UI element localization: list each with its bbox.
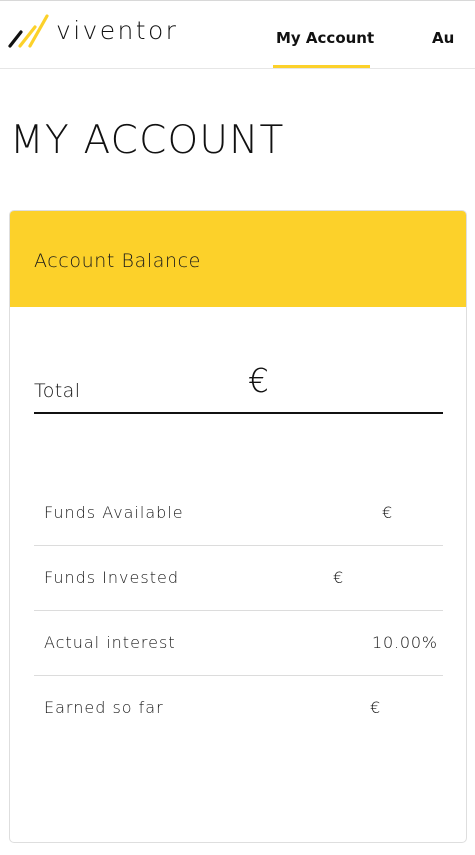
top-navigation-bar: viventor My Account Au [0,0,475,69]
list-item-actual-interest: Actual interest 10.00% [34,611,443,676]
list-item-funds-invested: Funds Invested € [34,546,443,611]
tab-auto-invest[interactable]: Au [432,1,454,68]
balance-details-list: Funds Available € Funds Invested € Actua… [34,481,443,741]
logo-slashes-icon [8,14,49,48]
funds-invested-value: € [333,568,344,587]
tab-my-account[interactable]: My Account [270,1,374,68]
total-row: Total € [34,351,443,414]
funds-available-value: € [382,503,393,522]
total-label: Total [34,380,81,402]
earned-so-far-value: € [370,698,381,717]
page-title: MY ACCOUNT [10,118,285,163]
logo-text: viventor [56,16,179,45]
account-balance-header: Account Balance [10,211,466,307]
funds-invested-label: Funds Invested [44,568,179,587]
viventor-logo[interactable]: viventor [8,13,178,49]
list-item-funds-available: Funds Available € [34,481,443,546]
actual-interest-label: Actual interest [44,633,176,652]
main-nav: My Account Au [270,1,454,68]
actual-interest-value: 10.00% [372,633,438,652]
account-balance-card: Account Balance Total € Funds Available … [9,210,467,843]
list-item-earned-so-far: Earned so far € [34,676,443,741]
total-value: € [248,361,269,400]
funds-available-label: Funds Available [44,503,184,522]
earned-so-far-label: Earned so far [44,698,164,717]
